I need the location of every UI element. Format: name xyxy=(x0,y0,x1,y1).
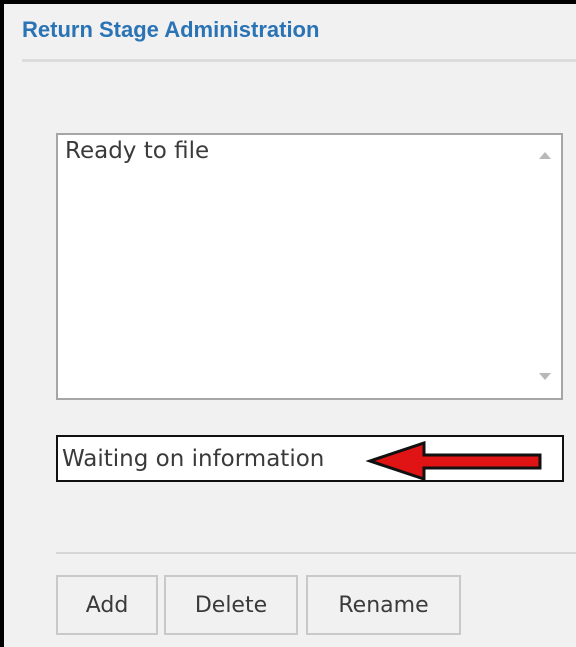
listbox-scrollbar[interactable] xyxy=(531,135,561,398)
return-stage-panel: Return Stage Administration Ready to fil… xyxy=(0,0,576,647)
list-item-stage[interactable]: Ready to file xyxy=(65,138,209,164)
panel-title: Return Stage Administration xyxy=(22,17,320,42)
scroll-down-icon[interactable] xyxy=(539,373,551,380)
rename-button[interactable]: Rename xyxy=(306,575,461,635)
add-button[interactable]: Add xyxy=(56,575,158,635)
delete-button[interactable]: Delete xyxy=(164,575,298,635)
buttons-divider xyxy=(56,552,576,554)
stages-listbox[interactable]: Ready to file xyxy=(56,133,563,400)
title-divider xyxy=(22,59,576,62)
red-arrow-icon xyxy=(366,441,542,481)
scroll-up-icon[interactable] xyxy=(539,152,551,159)
